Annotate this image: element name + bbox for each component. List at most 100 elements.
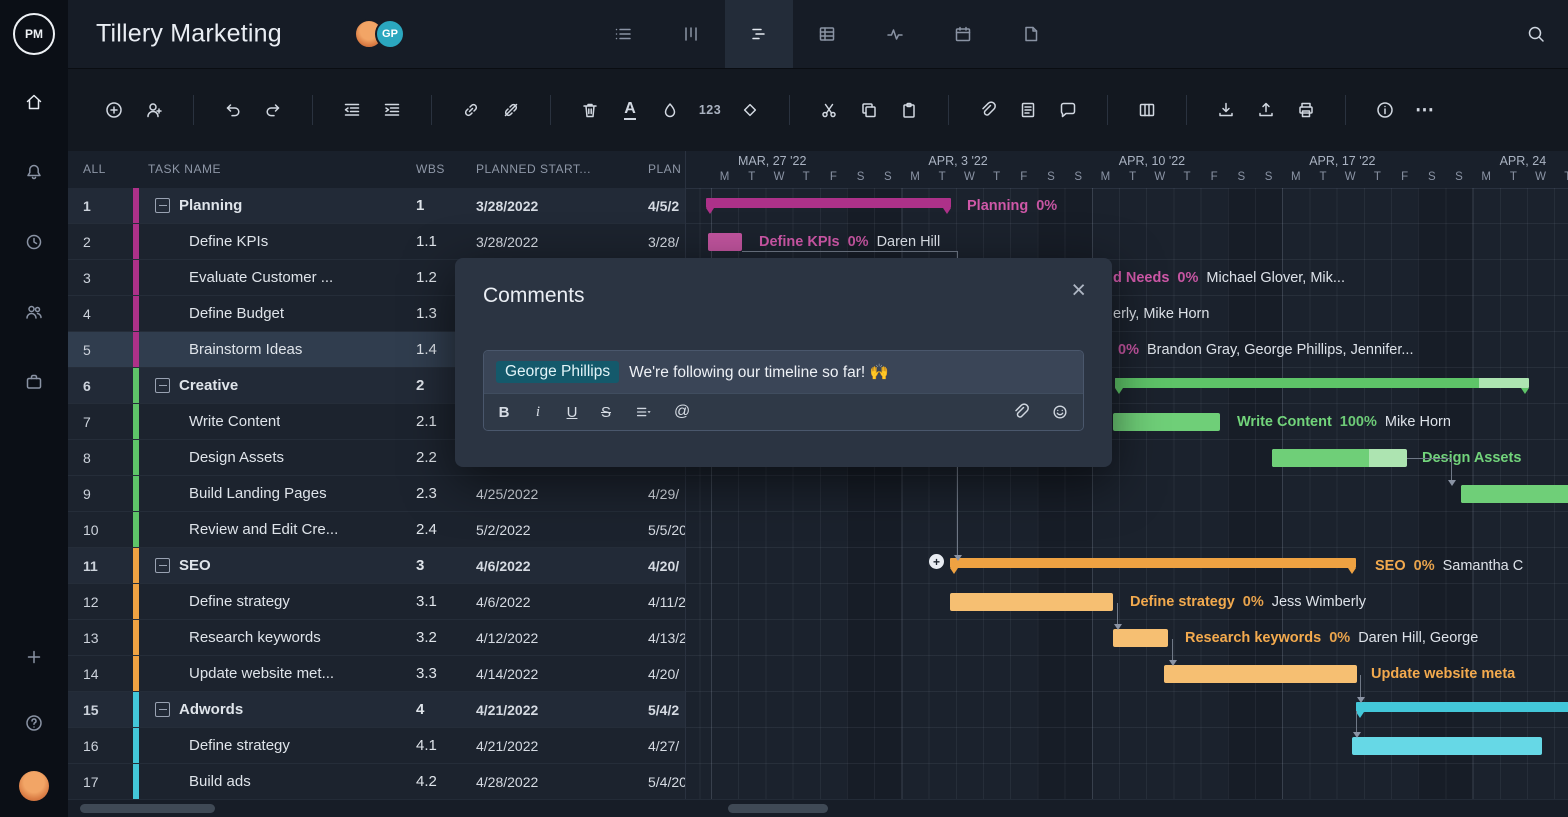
column-header-task[interactable]: TASK NAME bbox=[133, 162, 401, 176]
view-tab-sheet-view[interactable] bbox=[793, 0, 861, 68]
close-icon[interactable]: × bbox=[1071, 278, 1086, 303]
redo-button[interactable] bbox=[259, 96, 287, 124]
column-header-end[interactable]: PLAN bbox=[633, 162, 685, 176]
cut-button[interactable] bbox=[815, 96, 843, 124]
view-tab-gantt-view[interactable] bbox=[725, 0, 793, 68]
task-name-cell[interactable]: Build ads bbox=[133, 764, 401, 799]
indent-button[interactable] bbox=[378, 96, 406, 124]
sidebar-item-help[interactable] bbox=[16, 705, 52, 741]
gantt-bar-task[interactable] bbox=[950, 593, 1113, 611]
user-avatar[interactable] bbox=[19, 771, 49, 801]
task-name-cell[interactable]: Define Budget bbox=[133, 296, 401, 331]
collapse-toggle-icon[interactable] bbox=[155, 378, 170, 393]
task-row[interactable]: 10Review and Edit Cre...2.45/2/20225/5/2… bbox=[68, 512, 685, 548]
task-name-cell[interactable]: Define KPIs bbox=[133, 224, 401, 259]
task-name-cell[interactable]: SEO bbox=[133, 548, 401, 583]
collapse-toggle-icon[interactable] bbox=[155, 198, 170, 213]
task-row[interactable]: 17Build ads4.24/28/20225/4/20 bbox=[68, 764, 685, 800]
bold-button[interactable]: B bbox=[498, 404, 510, 421]
attach-button[interactable] bbox=[974, 96, 1002, 124]
outdent-button[interactable] bbox=[338, 96, 366, 124]
add-task-button[interactable] bbox=[100, 96, 128, 124]
collapse-toggle-icon[interactable] bbox=[155, 558, 170, 573]
delete-button[interactable] bbox=[576, 96, 604, 124]
gantt-hscrollbar-thumb[interactable] bbox=[728, 804, 828, 813]
text-color-button[interactable]: A bbox=[616, 96, 644, 124]
column-header-all[interactable]: ALL bbox=[68, 162, 133, 176]
link-tasks-button[interactable] bbox=[457, 96, 485, 124]
strikethrough-button[interactable]: S bbox=[600, 404, 612, 421]
sidebar-item-portfolio[interactable] bbox=[16, 364, 52, 400]
comment-input[interactable]: George Phillips We're following our time… bbox=[483, 350, 1084, 431]
view-tab-board-view[interactable] bbox=[657, 0, 725, 68]
task-name-cell[interactable]: Review and Edit Cre... bbox=[133, 512, 401, 547]
gantt-bar-summary[interactable] bbox=[706, 198, 951, 208]
table-hscrollbar-thumb[interactable] bbox=[80, 804, 215, 813]
sidebar-item-time[interactable] bbox=[16, 224, 52, 260]
gantt-bar-task[interactable] bbox=[1352, 737, 1542, 755]
notes-button[interactable] bbox=[1014, 96, 1042, 124]
task-name-cell[interactable]: Write Content bbox=[133, 404, 401, 439]
task-row[interactable]: 15Adwords44/21/20225/4/2 bbox=[68, 692, 685, 728]
pm-logo[interactable]: PM bbox=[0, 0, 68, 68]
view-tab-list-view[interactable] bbox=[589, 0, 657, 68]
sidebar-item-home[interactable] bbox=[16, 84, 52, 120]
sidebar-item-alerts[interactable] bbox=[16, 154, 52, 190]
task-name-cell[interactable]: Creative bbox=[133, 368, 401, 403]
task-name-cell[interactable]: Research keywords bbox=[133, 620, 401, 655]
column-header-wbs[interactable]: WBS bbox=[401, 162, 461, 176]
task-row[interactable]: 14Update website met...3.34/14/20224/20/ bbox=[68, 656, 685, 692]
attach-file-button[interactable] bbox=[1011, 402, 1031, 422]
milestone-button[interactable] bbox=[736, 96, 764, 124]
bar-drag-handle[interactable]: + bbox=[929, 554, 944, 569]
task-name-cell[interactable]: Evaluate Customer ... bbox=[133, 260, 401, 295]
view-tab-doc-view[interactable] bbox=[997, 0, 1065, 68]
gantt-bar-summary[interactable] bbox=[1356, 702, 1568, 712]
collapse-toggle-icon[interactable] bbox=[155, 702, 170, 717]
paste-button[interactable] bbox=[895, 96, 923, 124]
import-button[interactable] bbox=[1212, 96, 1240, 124]
gantt-bar-task[interactable] bbox=[1113, 413, 1220, 431]
number-button[interactable]: 123 bbox=[696, 96, 724, 124]
task-row[interactable]: 9Build Landing Pages2.34/25/20224/29/ bbox=[68, 476, 685, 512]
task-row[interactable]: 13Research keywords3.24/12/20224/13/2 bbox=[68, 620, 685, 656]
member-avatar-badge[interactable]: GP bbox=[375, 19, 405, 49]
assign-user-button[interactable] bbox=[140, 96, 168, 124]
mention-button[interactable]: @ bbox=[674, 403, 690, 421]
gantt-bar-task[interactable] bbox=[1461, 485, 1568, 503]
info-button[interactable] bbox=[1371, 96, 1399, 124]
gantt-bar-summary[interactable] bbox=[1115, 378, 1529, 388]
task-name-cell[interactable]: Define strategy bbox=[133, 584, 401, 619]
task-row[interactable]: 11SEO34/6/20224/20/ bbox=[68, 548, 685, 584]
print-button[interactable] bbox=[1292, 96, 1320, 124]
sidebar-item-team[interactable] bbox=[16, 294, 52, 330]
export-button[interactable] bbox=[1252, 96, 1280, 124]
task-name-cell[interactable]: Build Landing Pages bbox=[133, 476, 401, 511]
column-header-start[interactable]: PLANNED START... bbox=[461, 162, 633, 176]
search-button[interactable] bbox=[1526, 0, 1546, 68]
italic-button[interactable]: i bbox=[532, 404, 544, 421]
fill-color-button[interactable] bbox=[656, 96, 684, 124]
underline-button[interactable]: U bbox=[566, 404, 578, 421]
more-button[interactable]: ⋯ bbox=[1411, 96, 1439, 124]
task-name-cell[interactable]: Design Assets bbox=[133, 440, 401, 475]
comment-text-field[interactable]: George Phillips We're following our time… bbox=[484, 351, 1083, 393]
view-tab-activity-view[interactable] bbox=[861, 0, 929, 68]
comment-button[interactable] bbox=[1054, 96, 1082, 124]
task-name-cell[interactable]: Update website met... bbox=[133, 656, 401, 691]
sidebar-item-add[interactable] bbox=[16, 639, 52, 675]
view-tab-calendar-view[interactable] bbox=[929, 0, 997, 68]
gantt-bar-task[interactable] bbox=[708, 233, 742, 251]
gantt-bar-summary[interactable] bbox=[950, 558, 1356, 568]
gantt-bar-task[interactable] bbox=[1164, 665, 1357, 683]
copy-button[interactable] bbox=[855, 96, 883, 124]
columns-button[interactable] bbox=[1133, 96, 1161, 124]
task-row[interactable]: 12Define strategy3.14/6/20224/11/2 bbox=[68, 584, 685, 620]
task-name-cell[interactable]: Planning bbox=[133, 188, 401, 223]
list-format-button[interactable] bbox=[634, 403, 652, 421]
task-name-cell[interactable]: Brainstorm Ideas bbox=[133, 332, 401, 367]
gantt-bar-task[interactable] bbox=[1272, 449, 1407, 467]
undo-button[interactable] bbox=[219, 96, 247, 124]
task-row[interactable]: 16Define strategy4.14/21/20224/27/ bbox=[68, 728, 685, 764]
emoji-button[interactable] bbox=[1051, 403, 1069, 421]
